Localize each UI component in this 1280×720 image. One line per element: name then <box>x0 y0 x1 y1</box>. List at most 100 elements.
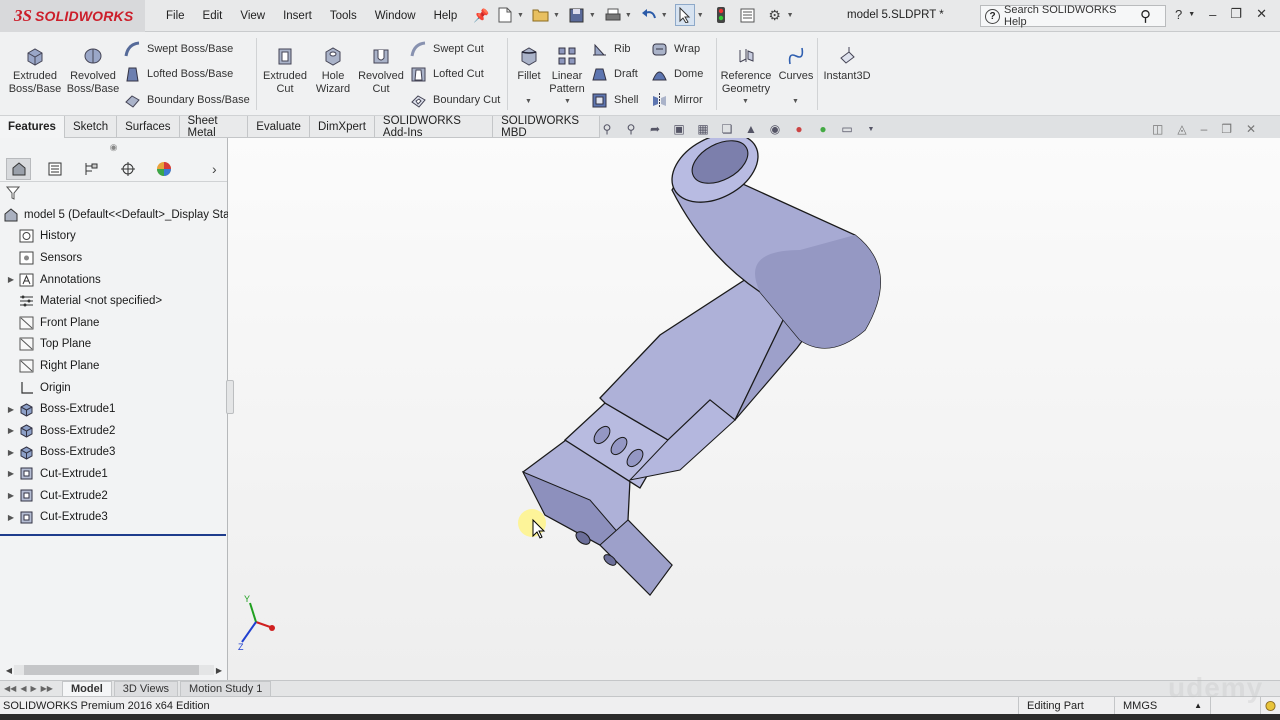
tree-item-sensors[interactable]: Sensors <box>0 247 227 269</box>
last-tab-icon[interactable]: ▶▶ <box>41 684 53 693</box>
display-style-icon[interactable]: ▲ <box>742 120 760 138</box>
menu-help[interactable]: Help <box>434 10 458 22</box>
edit-appearance-icon[interactable]: ● <box>790 120 808 138</box>
menu-insert[interactable]: Insert <box>283 10 312 22</box>
menu-window[interactable]: Window <box>375 10 416 22</box>
minimize-icon[interactable]: – <box>1201 122 1208 136</box>
scrollbar-track[interactable] <box>14 665 214 675</box>
panel-splitter-handle[interactable] <box>226 380 234 414</box>
rebuild-icon[interactable] <box>711 4 731 26</box>
expand-arrow-icon[interactable]: ▶ <box>4 491 18 500</box>
linear-pattern-button[interactable]: Linear Pattern <box>539 46 595 96</box>
menu-tools[interactable]: Tools <box>330 10 357 22</box>
chevron-right-icon[interactable]: › <box>202 158 227 180</box>
open-folder-icon[interactable] <box>531 4 551 26</box>
instant3d-button[interactable]: Instant3D <box>819 46 875 83</box>
revolved-boss-button[interactable]: Revolved Boss/Base <box>65 46 121 96</box>
dynamic-annotation-icon[interactable]: ▦ <box>694 120 712 138</box>
help-search-box[interactable]: ? Search SOLIDWORKS Help ⚲ <box>980 4 1166 28</box>
boundary-boss-button[interactable]: Boundary Boss/Base <box>124 90 250 110</box>
graphics-area[interactable]: Y Z <box>228 138 1280 680</box>
tree-item-cut-extrude1[interactable]: ▶ Cut-Extrude1 <box>0 463 227 485</box>
tree-item-cut-extrude3[interactable]: ▶ Cut-Extrude3 <box>0 506 227 528</box>
chevron-down-icon[interactable]: ▼ <box>525 98 532 105</box>
tab-sketch[interactable]: Sketch <box>65 116 118 138</box>
tab-mbd[interactable]: SOLIDWORKS MBD <box>493 115 600 139</box>
panel-grip-icon[interactable]: ◉ <box>0 138 227 156</box>
chevron-down-icon[interactable]: ▼ <box>862 120 880 138</box>
undo-icon[interactable] <box>639 4 659 26</box>
scrollbar-thumb[interactable] <box>24 665 199 675</box>
help-icon[interactable]: ? <box>1175 7 1182 22</box>
restore-icon[interactable]: ❐ <box>1221 122 1232 136</box>
tree-item-boss-extrude2[interactable]: ▶ Boss-Extrude2 <box>0 420 227 442</box>
minimize-icon[interactable]: – <box>1209 7 1216 22</box>
search-icon[interactable]: ⚲ <box>1140 7 1151 25</box>
chevron-down-icon[interactable]: ▼ <box>697 12 704 19</box>
shell-button[interactable]: Shell <box>591 90 638 110</box>
hide-show-items-icon[interactable]: ◉ <box>766 120 784 138</box>
lofted-boss-button[interactable]: Lofted Boss/Base <box>124 64 233 84</box>
tree-root-part[interactable]: model 5 (Default<<Default>_Display Sta <box>0 204 230 226</box>
tree-item-right-plane[interactable]: Right Plane <box>0 355 227 377</box>
expand-arrow-icon[interactable]: ▶ <box>4 513 18 522</box>
chevron-down-icon[interactable]: ▼ <box>625 12 632 19</box>
reference-geometry-button[interactable]: Reference Geometry <box>716 46 776 96</box>
expand-arrow-icon[interactable]: ▶ <box>4 275 18 284</box>
tab-model[interactable]: Model <box>62 681 112 696</box>
boundary-cut-button[interactable]: Boundary Cut <box>410 90 500 110</box>
expand-arrow-icon[interactable]: ▶ <box>4 469 18 478</box>
restore-icon[interactable]: ❐ <box>1230 6 1242 22</box>
zoom-to-area-icon[interactable]: ⚲ <box>622 120 640 138</box>
save-icon[interactable] <box>567 4 587 26</box>
filter-icon[interactable] <box>0 182 227 204</box>
chevron-down-icon[interactable]: ▼ <box>589 12 596 19</box>
tab-addins[interactable]: SOLIDWORKS Add-Ins <box>375 115 494 139</box>
rib-button[interactable]: Rib <box>591 39 631 59</box>
previous-view-icon[interactable]: ➦ <box>646 120 664 138</box>
chevron-down-icon[interactable]: ▼ <box>564 98 571 105</box>
tree-item-history[interactable]: History <box>0 226 227 248</box>
tree-item-cut-extrude2[interactable]: ▶ Cut-Extrude2 <box>0 485 227 507</box>
display-manager-tab-icon[interactable] <box>151 158 176 180</box>
chevron-down-icon[interactable]: ▼ <box>792 98 799 105</box>
chevron-down-icon[interactable]: ▼ <box>517 12 524 19</box>
tab-3d-views[interactable]: 3D Views <box>113 681 179 696</box>
view-settings-icon[interactable]: ▭ <box>838 120 856 138</box>
tree-item-top-plane[interactable]: Top Plane <box>0 334 227 356</box>
chevron-down-icon[interactable]: ▼ <box>553 12 560 19</box>
dome-button[interactable]: Dome <box>651 64 703 84</box>
view-orientation-icon[interactable]: ❏ <box>718 120 736 138</box>
chevron-down-icon[interactable]: ▼ <box>1188 11 1195 18</box>
tab-evaluate[interactable]: Evaluate <box>248 116 310 138</box>
draft-button[interactable]: Draft <box>591 64 638 84</box>
tab-navigation-arrows[interactable]: ◀◀ ◀ ▶ ▶▶ <box>0 684 60 693</box>
expand-arrow-icon[interactable]: ▶ <box>4 426 18 435</box>
menu-view[interactable]: View <box>240 10 265 22</box>
horizontal-scrollbar[interactable]: ◀ ▶ <box>4 664 224 676</box>
tree-item-origin[interactable]: Origin <box>0 377 227 399</box>
new-document-icon[interactable] <box>495 4 515 26</box>
curves-button[interactable]: Curves <box>768 46 824 83</box>
search-input[interactable]: Search SOLIDWORKS Help <box>1004 4 1140 28</box>
options-gear-icon[interactable]: ⚙ <box>765 4 785 26</box>
first-tab-icon[interactable]: ◀◀ <box>4 684 16 693</box>
print-icon[interactable] <box>603 4 623 26</box>
extruded-boss-button[interactable]: Extruded Boss/Base <box>7 46 63 96</box>
feature-tree-tab-icon[interactable] <box>6 157 32 180</box>
chevron-down-icon[interactable]: ▼ <box>742 98 749 105</box>
revolved-cut-button[interactable]: Revolved Cut <box>353 46 409 96</box>
file-properties-icon[interactable] <box>738 4 758 26</box>
tree-item-front-plane[interactable]: Front Plane <box>0 312 227 334</box>
chevron-down-icon[interactable]: ▼ <box>787 12 794 19</box>
wrap-button[interactable]: Wrap <box>651 39 700 59</box>
property-manager-tab-icon[interactable] <box>42 158 67 180</box>
close-icon[interactable]: ✕ <box>1246 122 1256 136</box>
lofted-cut-button[interactable]: Lofted Cut <box>410 64 484 84</box>
mirror-button[interactable]: Mirror <box>651 90 703 110</box>
menu-file[interactable]: File <box>166 10 185 22</box>
menu-edit[interactable]: Edit <box>203 10 223 22</box>
3d-model[interactable]: Y Z <box>228 138 1280 680</box>
swept-boss-button[interactable]: Swept Boss/Base <box>124 39 233 59</box>
configuration-manager-tab-icon[interactable] <box>79 158 104 180</box>
